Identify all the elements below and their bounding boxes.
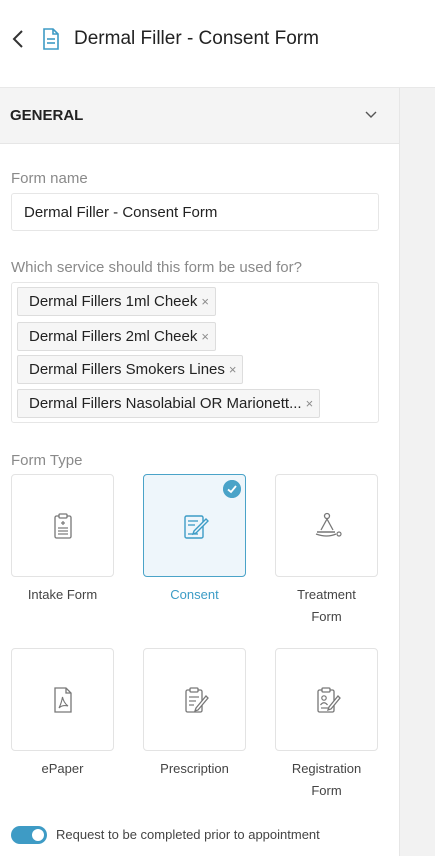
preview-pane bbox=[399, 88, 435, 856]
form-type-epaper[interactable] bbox=[11, 648, 114, 751]
service-tags-input[interactable]: Dermal Fillers 1ml Cheek × Dermal Fillers… bbox=[11, 282, 379, 423]
document-icon bbox=[43, 28, 59, 50]
form-type-label-prescription: Prescription bbox=[160, 761, 229, 776]
tag-label: Dermal Fillers 2ml Cheek bbox=[29, 328, 198, 345]
general-section-header[interactable]: GENERAL bbox=[0, 88, 399, 144]
form-type-label-epaper: ePaper bbox=[41, 761, 84, 776]
pdf-file-icon bbox=[54, 687, 72, 713]
remove-tag-icon[interactable]: × bbox=[201, 294, 209, 309]
form-type-prescription[interactable] bbox=[143, 648, 246, 751]
page-header: Dermal Filler - Consent Form bbox=[0, 0, 435, 88]
remove-tag-icon[interactable]: × bbox=[306, 396, 314, 411]
service-tag: Dermal Fillers Smokers Lines × bbox=[17, 355, 244, 384]
form-name-label: Form name bbox=[11, 170, 88, 187]
section-title: GENERAL bbox=[10, 107, 84, 124]
tag-label: Dermal Fillers Nasolabial OR Marionett..… bbox=[29, 395, 302, 412]
service-tag: Dermal Fillers 1ml Cheek × bbox=[17, 287, 216, 316]
remove-tag-icon[interactable]: × bbox=[201, 329, 209, 344]
form-type-registration[interactable] bbox=[275, 648, 378, 751]
page-title: Dermal Filler - Consent Form bbox=[74, 28, 319, 49]
form-type-label: Form Type bbox=[11, 452, 83, 469]
form-type-label-treatment-2: Form bbox=[311, 609, 342, 624]
form-type-intake[interactable] bbox=[11, 474, 114, 577]
chevron-down-icon[interactable] bbox=[364, 108, 378, 122]
form-name-input[interactable] bbox=[11, 193, 379, 231]
prior-completion-toggle[interactable] bbox=[11, 826, 47, 844]
treatment-table-icon bbox=[315, 512, 342, 537]
form-type-label-intake: Intake Form bbox=[27, 587, 98, 602]
checkmark-icon bbox=[223, 480, 241, 498]
form-type-label-treatment: Treatment bbox=[297, 587, 356, 602]
toggle-label: Request to be completed prior to appoint… bbox=[56, 827, 320, 842]
form-type-label-registration: Registration bbox=[291, 761, 362, 776]
registration-clipboard-icon bbox=[317, 687, 341, 713]
pen-on-paper-icon bbox=[184, 515, 209, 539]
form-type-label-consent: Consent bbox=[170, 587, 219, 602]
service-label: Which service should this form be used f… bbox=[11, 259, 302, 276]
service-tag: Dermal Fillers 2ml Cheek × bbox=[17, 322, 216, 351]
clipboard-icon bbox=[54, 513, 72, 539]
tag-label: Dermal Fillers Smokers Lines bbox=[29, 361, 225, 378]
toggle-knob bbox=[32, 829, 44, 841]
service-tag: Dermal Fillers Nasolabial OR Marionett..… bbox=[17, 389, 321, 418]
form-type-label-registration-2: Form bbox=[311, 783, 342, 798]
prescription-pad-icon bbox=[185, 687, 209, 713]
form-type-treatment[interactable] bbox=[275, 474, 378, 577]
remove-tag-icon[interactable]: × bbox=[229, 362, 237, 377]
tag-label: Dermal Fillers 1ml Cheek bbox=[29, 293, 198, 310]
back-arrow-icon[interactable] bbox=[10, 28, 28, 50]
form-type-consent[interactable] bbox=[143, 474, 246, 577]
